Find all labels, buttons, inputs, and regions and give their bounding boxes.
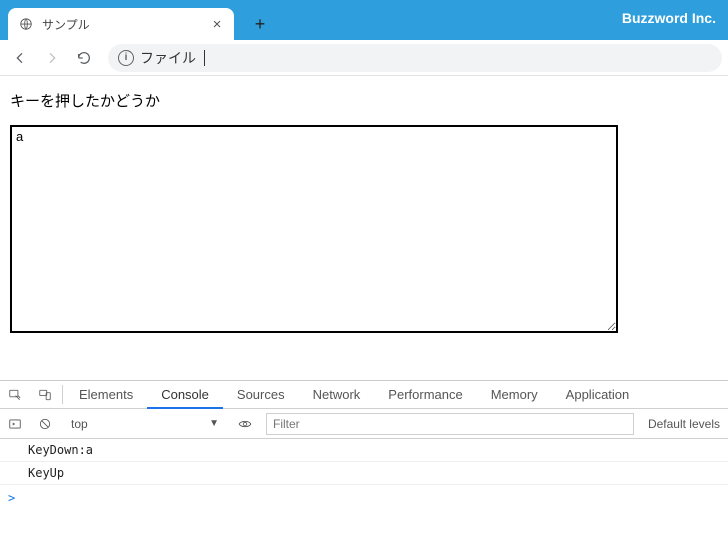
browser-toolbar: i ファイル [0, 40, 728, 76]
address-text: ファイル [140, 48, 196, 68]
tab-network[interactable]: Network [299, 381, 375, 408]
chevron-down-icon: ▼ [209, 418, 219, 429]
divider [62, 385, 63, 404]
close-icon[interactable]: × [208, 15, 226, 33]
tab-application[interactable]: Application [552, 381, 644, 408]
browser-titlebar: サンプル × + Buzzword Inc. [0, 0, 728, 40]
new-tab-button[interactable]: + [246, 10, 274, 38]
log-entry: KeyDown:a [0, 439, 728, 462]
browser-tab[interactable]: サンプル × [8, 8, 234, 40]
back-button[interactable] [6, 44, 34, 72]
address-bar[interactable]: i ファイル [108, 44, 722, 72]
devtools-tabbar: Elements Console Sources Network Perform… [0, 381, 728, 409]
tab-performance[interactable]: Performance [374, 381, 476, 408]
inspect-icon[interactable] [0, 381, 30, 408]
device-toggle-icon[interactable] [30, 381, 60, 408]
info-icon: i [118, 50, 134, 66]
context-label: top [71, 417, 88, 431]
page-content: キーを押したかどうか [0, 76, 728, 380]
tab-memory[interactable]: Memory [477, 381, 552, 408]
clear-console-icon[interactable] [30, 409, 60, 438]
filter-input[interactable] [266, 413, 634, 435]
text-cursor [204, 50, 205, 66]
context-select[interactable]: top ▼ [65, 413, 225, 435]
forward-button[interactable] [38, 44, 66, 72]
brand-label: Buzzword Inc. [622, 10, 716, 26]
log-entry: KeyUp [0, 462, 728, 485]
console-sidebar-toggle-icon[interactable] [0, 409, 30, 438]
page-heading: キーを押したかどうか [10, 90, 718, 111]
tab-sources[interactable]: Sources [223, 381, 299, 408]
prompt-caret-icon: > [8, 491, 15, 505]
console-prompt[interactable]: > [0, 485, 728, 509]
log-levels-select[interactable]: Default levels [640, 417, 728, 431]
console-toolbar: top ▼ Default levels [0, 409, 728, 439]
tab-console[interactable]: Console [147, 381, 223, 409]
devtools-panel: Elements Console Sources Network Perform… [0, 380, 728, 560]
tab-title: サンプル [42, 16, 200, 33]
console-log: KeyDown:a KeyUp > [0, 439, 728, 560]
tab-elements[interactable]: Elements [65, 381, 147, 408]
main-textarea[interactable] [10, 125, 618, 333]
globe-icon [18, 16, 34, 32]
live-expression-icon[interactable] [230, 409, 260, 438]
reload-button[interactable] [70, 44, 98, 72]
